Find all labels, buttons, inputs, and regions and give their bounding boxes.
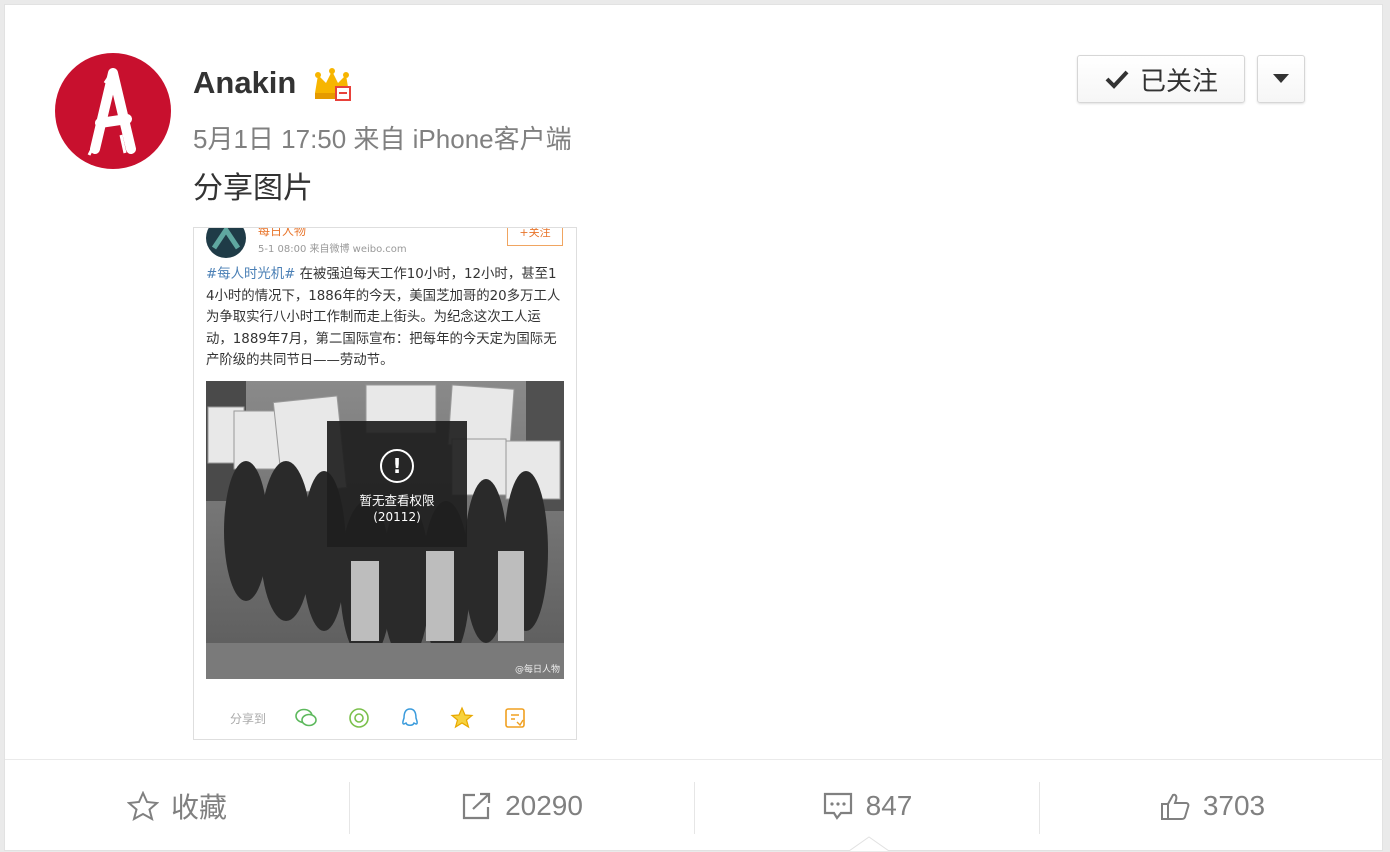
note-icon — [505, 708, 525, 728]
qzone-icon — [450, 706, 474, 729]
repost-button[interactable]: 20290 — [350, 760, 694, 852]
followed-button[interactable]: 已关注 — [1077, 55, 1245, 103]
embedded-avatar — [206, 228, 246, 258]
embedded-username: 每日人物 — [258, 227, 307, 238]
embedded-body: #每人时光机# 在被强迫每天工作10小时，12小时，甚至14小时的情况下，188… — [206, 264, 564, 372]
like-button[interactable]: 3703 — [1040, 760, 1384, 852]
permission-text: 暂无查看权限 — [359, 493, 435, 508]
shared-image[interactable]: 每日人物 5-1 08:00 来自微博 weibo.com +关注 #每人时光机… — [193, 227, 577, 740]
weibo-post-card: Anakin 5月1日 17:50 来自 iPhone客户端 分享图片 已关注 … — [4, 4, 1384, 851]
qq-icon — [402, 708, 418, 726]
repost-count: 20290 — [505, 790, 583, 821]
repost-icon — [462, 792, 491, 820]
embedded-hashtag: #每人时光机# — [206, 267, 296, 282]
username[interactable]: Anakin — [193, 63, 296, 103]
embedded-follow-button: +关注 — [507, 228, 563, 246]
warning-icon: ! — [380, 449, 414, 483]
comment-count: 847 — [865, 790, 913, 821]
embedded-share-row: 分享到 — [194, 703, 576, 733]
action-bar: 收藏 20290 847 3703 — [5, 759, 1384, 851]
comment-icon — [823, 792, 852, 820]
chevron-down-icon — [1273, 74, 1289, 83]
favorite-label: 收藏 — [170, 792, 227, 823]
user-avatar[interactable] — [55, 53, 171, 169]
permission-code: (20112) — [373, 510, 421, 524]
like-count: 3703 — [1202, 790, 1266, 821]
no-permission-overlay: ! 暂无查看权限 (20112) — [327, 421, 467, 547]
more-options-button[interactable] — [1257, 55, 1305, 103]
wechat-icon — [295, 708, 317, 727]
share-label: 分享到 — [230, 711, 267, 726]
embedded-meta: 5-1 08:00 来自微博 weibo.com — [258, 244, 407, 255]
post-text: 分享图片 — [193, 171, 313, 206]
watermark: @每日人物 — [514, 665, 560, 675]
check-icon — [1105, 70, 1129, 89]
moments-icon — [349, 708, 369, 728]
followed-label: 已关注 — [1139, 66, 1218, 97]
favorite-button[interactable]: 收藏 — [5, 760, 349, 852]
thumbs-up-icon — [1160, 793, 1190, 820]
embedded-text: 在被强迫每天工作10小时，12小时，甚至14小时的情况下，1886年的今天，美国… — [206, 267, 561, 369]
protest-photo: ! 暂无查看权限 (20112) @每日人物 — [206, 381, 564, 679]
post-meta: 5月1日 17:50 来自 iPhone客户端 — [193, 124, 572, 154]
vip-crown-icon[interactable] — [312, 67, 352, 101]
comment-pointer — [849, 836, 889, 851]
star-icon — [126, 791, 159, 821]
